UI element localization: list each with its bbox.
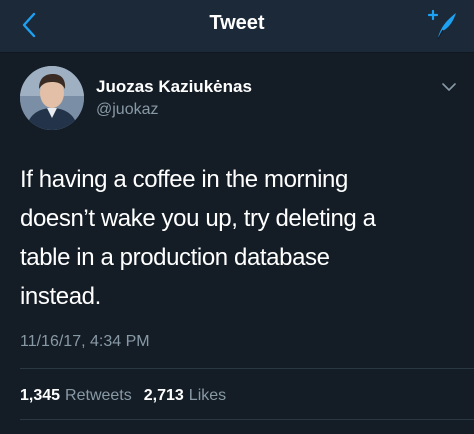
author-name[interactable]: Juozas Kaziukėnas bbox=[96, 77, 252, 97]
avatar[interactable] bbox=[20, 66, 84, 130]
compose-tweet-button[interactable] bbox=[426, 8, 460, 42]
compose-tweet-icon bbox=[427, 9, 456, 40]
tweet-text: If having a coffee in the morning doesn’… bbox=[20, 166, 376, 310]
tweet-menu-button[interactable] bbox=[440, 80, 458, 94]
profile-photo bbox=[20, 66, 84, 130]
divider bbox=[20, 419, 474, 420]
tweet-stats: 1,345 Retweets 2,713 Likes bbox=[20, 387, 238, 405]
divider bbox=[20, 368, 474, 369]
like-count[interactable]: 2,713 bbox=[144, 387, 184, 405]
like-label[interactable]: Likes bbox=[189, 387, 226, 405]
top-navigation-bar: Tweet bbox=[0, 0, 474, 53]
retweet-label[interactable]: Retweets bbox=[65, 387, 132, 405]
author-handle[interactable]: @juokaz bbox=[96, 101, 159, 119]
retweet-count[interactable]: 1,345 bbox=[20, 387, 60, 405]
chevron-down-icon bbox=[442, 82, 456, 91]
tweet-timestamp: 11/16/17, 4:34 PM bbox=[20, 333, 150, 350]
page-title: Tweet bbox=[209, 12, 265, 34]
